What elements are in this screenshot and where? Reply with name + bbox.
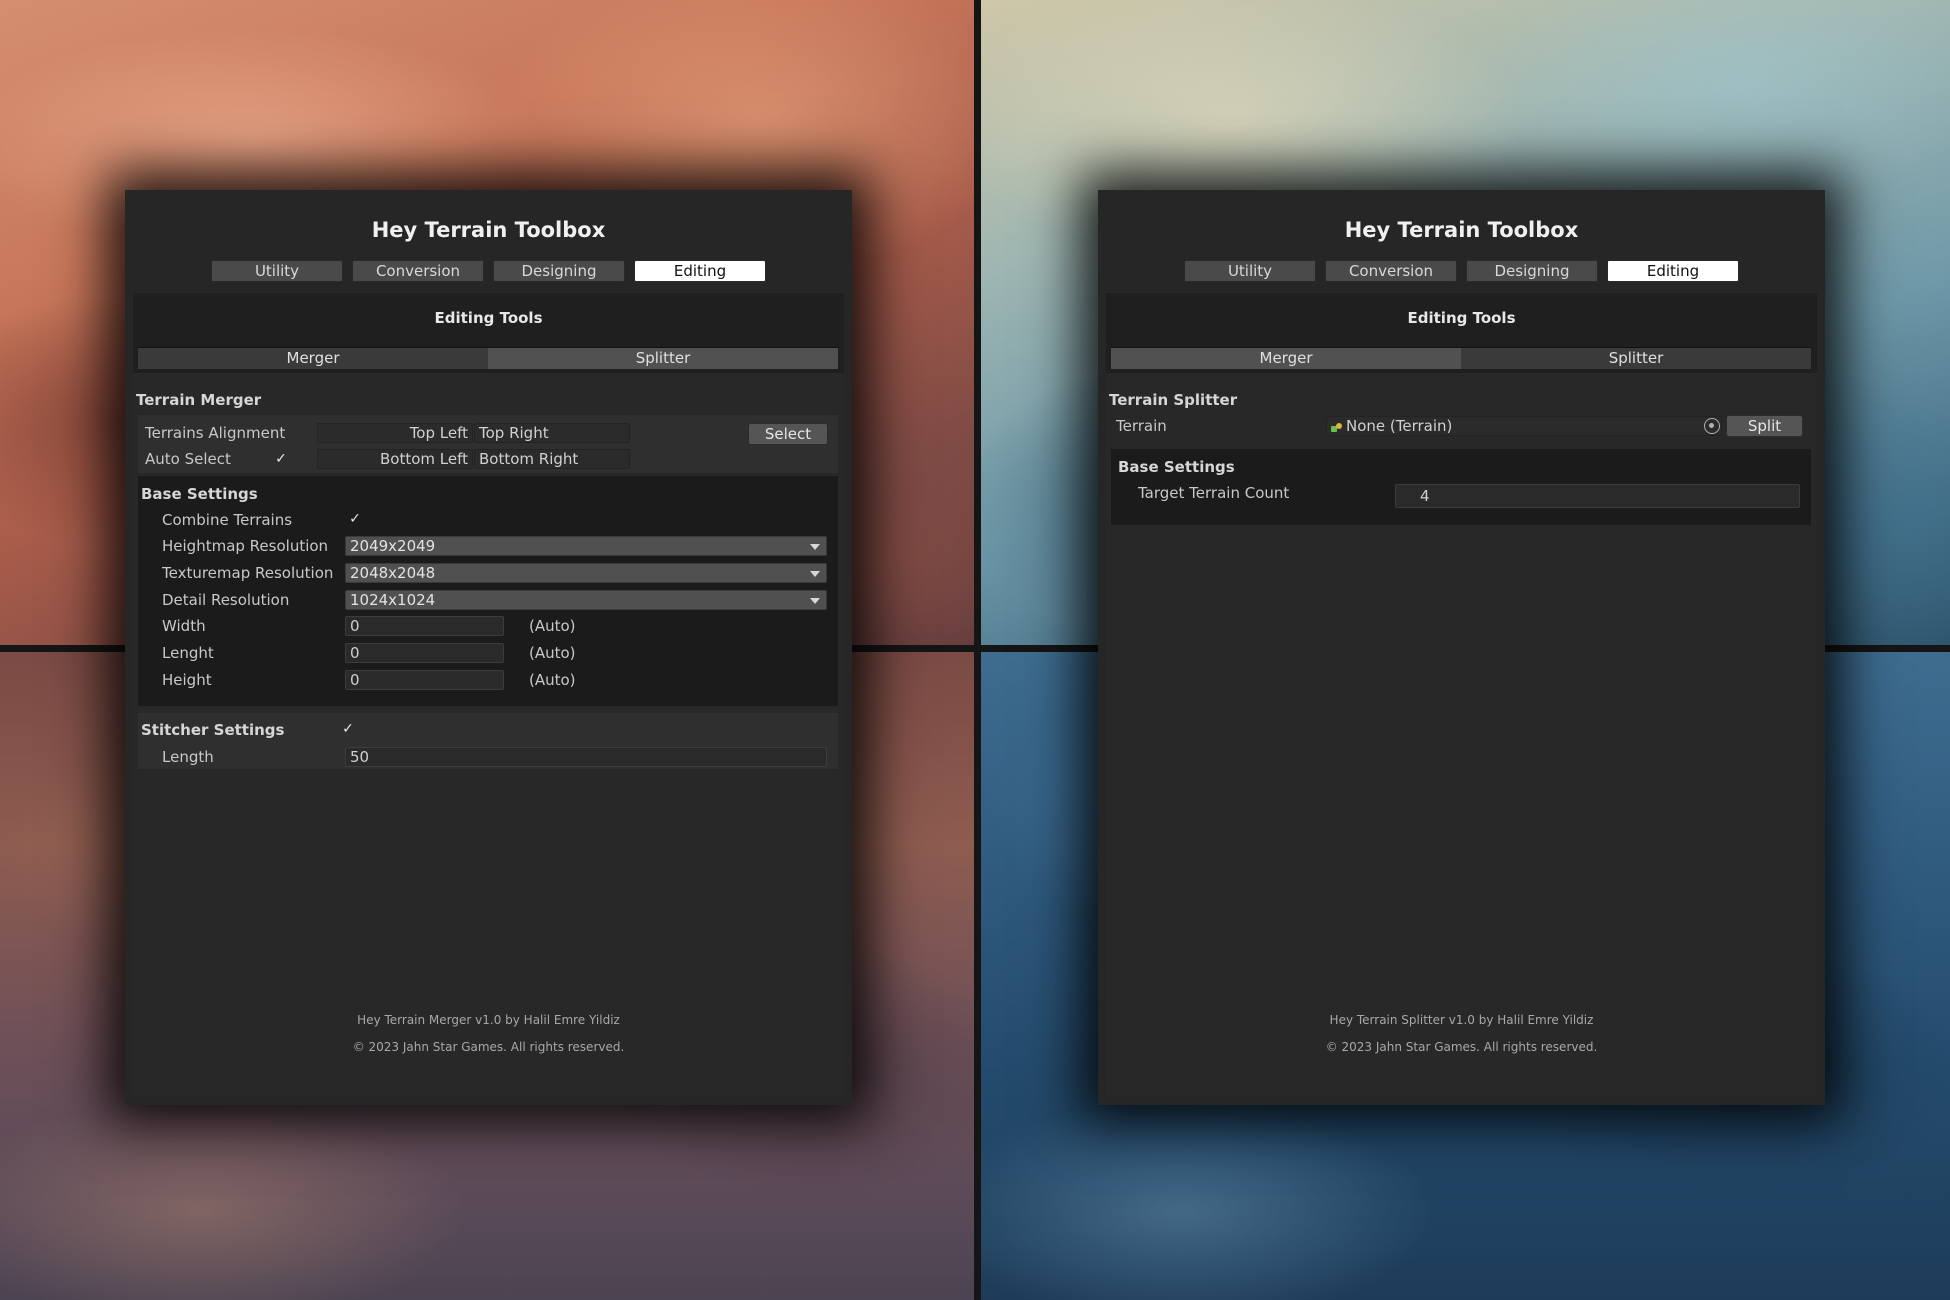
tab-conversion[interactable]: Conversion — [352, 260, 484, 282]
merger-alignment-group: Terrains Alignment Auto Select ✓ Top Lef… — [138, 415, 838, 473]
tab-utility[interactable]: Utility — [211, 260, 343, 282]
detail-resolution-value: 1024x1024 — [350, 591, 436, 609]
terrain-label: Terrain — [1116, 417, 1167, 435]
toolbox-tabs: Utility Conversion Designing Editing — [125, 260, 852, 282]
footer-copyright: © 2023 Jahn Star Games. All rights reser… — [352, 1040, 625, 1054]
terrains-alignment-label: Terrains Alignment — [145, 424, 286, 442]
base-settings-group: Base Settings Target Terrain Count 4 — [1111, 449, 1811, 525]
subtab-merger[interactable]: Merger — [1111, 348, 1461, 369]
tab-editing[interactable]: Editing — [1607, 260, 1739, 282]
base-settings-header: Base Settings — [1118, 458, 1235, 476]
width-label: Width — [162, 617, 206, 635]
footer-copyright: © 2023 Jahn Star Games. All rights reser… — [1325, 1040, 1598, 1054]
editing-tools-area: Editing Tools Merger Splitter Terrain Me… — [133, 293, 844, 1096]
chevron-down-icon — [810, 544, 820, 550]
tab-editing[interactable]: Editing — [634, 260, 766, 282]
section-title: Editing Tools — [434, 309, 543, 327]
toolbox-tabs: Utility Conversion Designing Editing — [1098, 260, 1825, 282]
width-auto-label: (Auto) — [529, 617, 576, 635]
slot-top-right[interactable]: Top Right — [474, 423, 630, 443]
editing-subtabs: Merger Splitter — [138, 347, 838, 369]
terrain-merger-header: Terrain Merger — [136, 391, 262, 409]
editing-subtabs: Merger Splitter — [1111, 347, 1811, 369]
terrain-icon — [1331, 420, 1344, 432]
texturemap-resolution-value: 2048x2048 — [350, 564, 436, 582]
splitter-body: Terrain Splitter Terrain None (Terrain) … — [1106, 373, 1817, 1096]
base-settings-header: Base Settings — [141, 485, 258, 503]
target-terrain-count-label: Target Terrain Count — [1138, 484, 1290, 502]
footer-version: Hey Terrain Splitter v1.0 by Halil Emre … — [1329, 1013, 1594, 1027]
texturemap-resolution-label: Texturemap Resolution — [162, 564, 334, 582]
auto-select-checkbox[interactable]: ✓ — [274, 452, 288, 466]
splitter-window: Hey Terrain Toolbox Utility Conversion D… — [1098, 190, 1825, 1105]
length-auto-label: (Auto) — [529, 644, 576, 662]
width-input[interactable]: 0 — [345, 616, 504, 636]
section-title: Editing Tools — [1407, 309, 1516, 327]
base-settings-group: Base Settings Combine Terrains ✓ Heightm… — [138, 476, 838, 706]
combine-terrains-label: Combine Terrains — [162, 511, 293, 529]
window-title: Hey Terrain Toolbox — [1344, 218, 1579, 242]
auto-select-label: Auto Select — [145, 450, 231, 468]
chevron-down-icon — [810, 571, 820, 577]
texturemap-resolution-dropdown[interactable]: 2048x2048 — [345, 563, 827, 583]
split-button[interactable]: Split — [1726, 415, 1803, 437]
stitcher-settings-group: Stitcher Settings ✓ Length 50 — [138, 713, 838, 769]
tab-utility[interactable]: Utility — [1184, 260, 1316, 282]
stitcher-length-label: Length — [162, 748, 214, 766]
slot-bottom-right[interactable]: Bottom Right — [474, 449, 630, 469]
tab-designing[interactable]: Designing — [493, 260, 625, 282]
object-picker-icon[interactable] — [1704, 418, 1720, 434]
height-label: Height — [162, 671, 212, 689]
stitcher-length-input[interactable]: 50 — [345, 747, 827, 767]
target-terrain-count-input[interactable]: 4 — [1395, 484, 1800, 508]
stitcher-settings-header: Stitcher Settings — [141, 721, 285, 739]
terrain-splitter-header: Terrain Splitter — [1109, 391, 1238, 409]
heightmap-resolution-label: Heightmap Resolution — [162, 537, 329, 555]
stitcher-settings-checkbox[interactable]: ✓ — [341, 722, 355, 736]
slot-bottom-left[interactable]: Bottom Left — [317, 449, 473, 469]
detail-resolution-label: Detail Resolution — [162, 591, 290, 609]
height-input[interactable]: 0 — [345, 670, 504, 690]
subtab-splitter[interactable]: Splitter — [488, 348, 838, 369]
subtab-splitter[interactable]: Splitter — [1461, 348, 1811, 369]
combine-terrains-checkbox[interactable]: ✓ — [348, 512, 362, 526]
merger-body: Terrain Merger Terrains Alignment Auto S… — [133, 373, 844, 1096]
subtab-merger[interactable]: Merger — [138, 348, 488, 369]
terrain-object-field[interactable]: None (Terrain) — [1326, 416, 1722, 436]
heightmap-resolution-dropdown[interactable]: 2049x2049 — [345, 536, 827, 556]
footer-version: Hey Terrain Merger v1.0 by Halil Emre Yi… — [357, 1013, 620, 1027]
merger-window: Hey Terrain Toolbox Utility Conversion D… — [125, 190, 852, 1105]
slot-top-left[interactable]: Top Left — [317, 423, 473, 443]
height-auto-label: (Auto) — [529, 671, 576, 689]
terrain-object-value: None (Terrain) — [1346, 417, 1453, 435]
heightmap-resolution-value: 2049x2049 — [350, 537, 436, 555]
detail-resolution-dropdown[interactable]: 1024x1024 — [345, 590, 827, 610]
length-input[interactable]: 0 — [345, 643, 504, 663]
select-button[interactable]: Select — [748, 423, 828, 445]
tab-conversion[interactable]: Conversion — [1325, 260, 1457, 282]
chevron-down-icon — [810, 598, 820, 604]
tab-designing[interactable]: Designing — [1466, 260, 1598, 282]
window-title: Hey Terrain Toolbox — [371, 218, 606, 242]
length-label: Lenght — [162, 644, 214, 662]
editing-tools-area: Editing Tools Merger Splitter Terrain Sp… — [1106, 293, 1817, 1096]
